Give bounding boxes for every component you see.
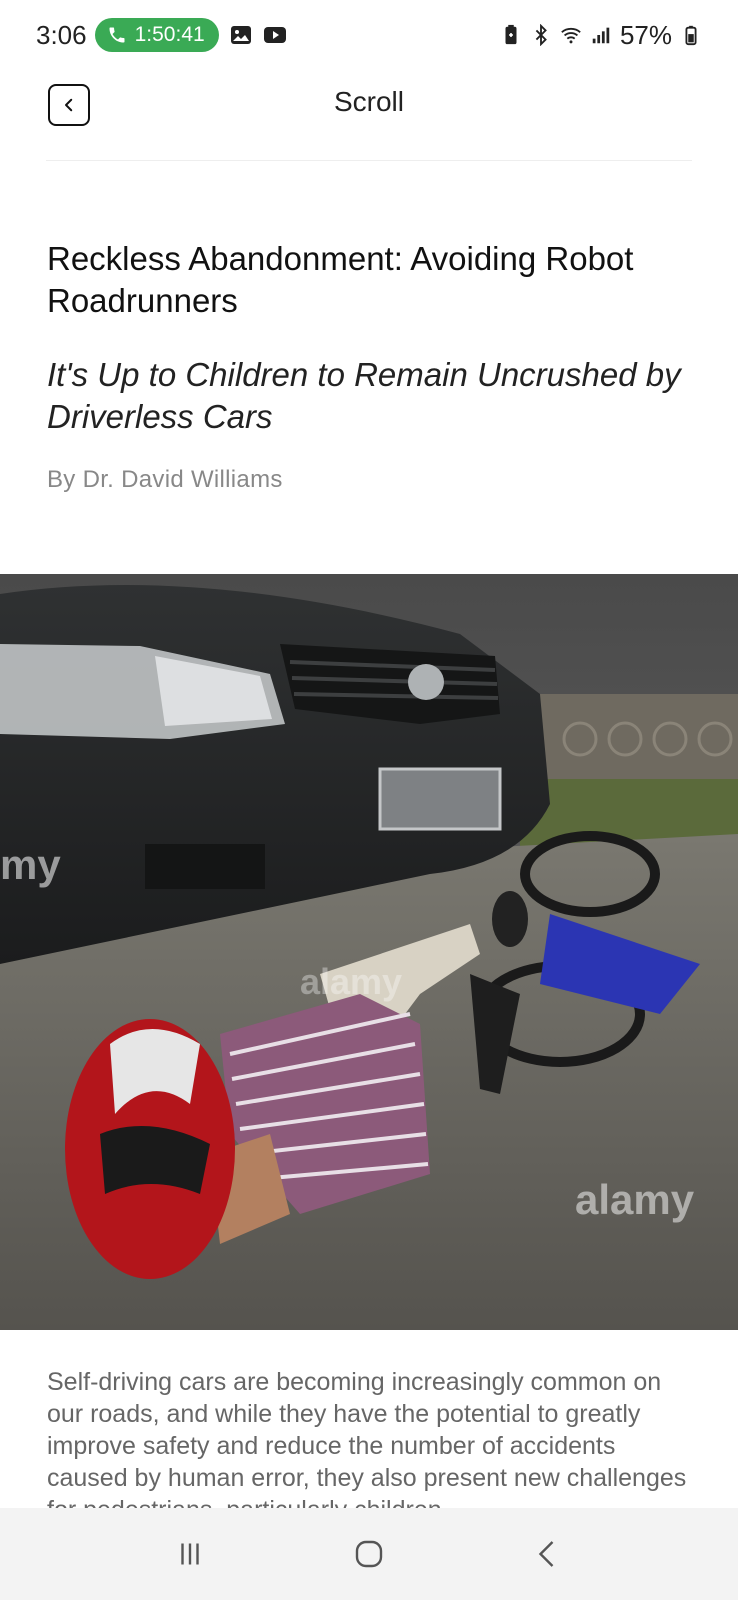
status-right-group: 57% xyxy=(500,20,702,51)
battery-icon xyxy=(685,25,697,46)
youtube-icon xyxy=(263,27,286,43)
article-body: Self-driving cars are becoming increasin… xyxy=(47,1368,687,1508)
status-bar: 3:06 1:50:41 57% xyxy=(0,0,738,70)
battery-percent: 57% xyxy=(619,19,672,50)
battery-saver-icon xyxy=(505,24,517,45)
signal-icon xyxy=(592,27,610,44)
back-nav-button[interactable] xyxy=(518,1524,578,1584)
header-divider xyxy=(46,160,692,161)
watermark-right: alamy xyxy=(575,1176,695,1223)
article-hero-image[interactable]: my alamy alamy xyxy=(0,574,738,1330)
phone-icon xyxy=(109,27,125,43)
recent-apps-button[interactable] xyxy=(160,1524,220,1584)
call-timer: 1:50:41 xyxy=(134,23,205,46)
hero-illustration: my alamy alamy xyxy=(0,574,738,1330)
home-button[interactable] xyxy=(339,1524,399,1584)
status-time: 3:06 xyxy=(36,19,87,50)
bluetooth-icon xyxy=(535,24,547,46)
article-title: Reckless Abandonment: Avoiding Robot Roa… xyxy=(47,240,634,319)
page-title: Scroll xyxy=(333,86,404,117)
recent-apps-icon xyxy=(180,1543,199,1565)
home-icon xyxy=(355,1540,383,1568)
watermark-center: alamy xyxy=(300,961,402,1002)
system-nav-bar xyxy=(0,1508,738,1600)
app-header: Scroll xyxy=(0,76,738,161)
article-subtitle: It's Up to Children to Remain Uncrushed … xyxy=(47,356,681,435)
ongoing-call-pill[interactable]: 1:50:41 xyxy=(94,18,219,52)
watermark-left: my xyxy=(0,841,61,888)
article-byline: By Dr. David Williams xyxy=(47,466,283,493)
wifi-icon xyxy=(561,27,581,44)
gallery-icon xyxy=(230,26,251,44)
back-icon xyxy=(539,1541,554,1567)
